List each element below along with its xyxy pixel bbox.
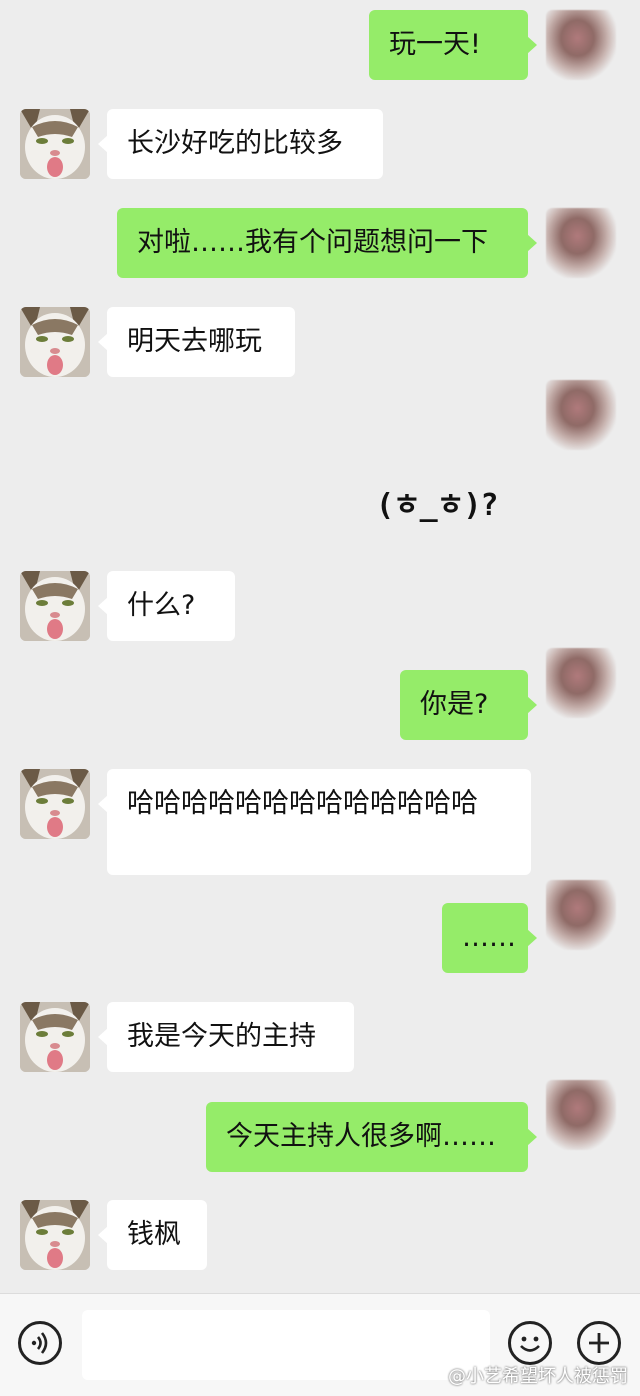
my-avatar[interactable] [546, 1080, 616, 1150]
input-bar: @小艺希望坏人被惩罚 [0, 1293, 640, 1396]
my-avatar[interactable] [546, 648, 616, 718]
voice-icon[interactable] [18, 1321, 62, 1365]
my-avatar[interactable] [546, 10, 616, 80]
sticker-emoticon[interactable]: (ㅎ_ㅎ)? [376, 480, 498, 524]
cat-avatar-image [20, 769, 90, 839]
message-bubble-incoming[interactable]: 什么? [98, 571, 235, 641]
contact-avatar[interactable] [20, 307, 90, 377]
contact-avatar[interactable] [20, 769, 90, 839]
watermark-text: @小艺希望坏人被惩罚 [448, 1366, 628, 1387]
my-avatar[interactable] [546, 208, 616, 278]
emoji-icon[interactable] [508, 1321, 552, 1365]
cat-avatar-image [20, 1200, 90, 1270]
cat-avatar-image [20, 307, 90, 377]
my-avatar[interactable] [546, 880, 616, 950]
message-bubble-incoming[interactable]: 我是今天的主持 [98, 1002, 354, 1072]
message-bubble-outgoing[interactable]: 今天主持人很多啊…… [206, 1102, 537, 1172]
message-bubble-outgoing[interactable]: 对啦……我有个问题想问一下 [117, 208, 537, 278]
contact-avatar[interactable] [20, 109, 90, 179]
plus-icon[interactable] [577, 1321, 621, 1365]
cat-avatar-image [20, 1002, 90, 1072]
contact-avatar[interactable] [20, 571, 90, 641]
cat-avatar-image [20, 571, 90, 641]
message-bubble-outgoing[interactable]: 玩一天! [369, 10, 537, 80]
message-bubble-incoming[interactable]: 明天去哪玩 [98, 307, 295, 377]
message-bubble-incoming[interactable]: 哈哈哈哈哈哈哈哈哈哈哈哈哈 [98, 769, 531, 875]
message-bubble-outgoing[interactable]: …… [442, 903, 537, 973]
message-bubble-incoming[interactable]: 长沙好吃的比较多 [98, 109, 383, 179]
contact-avatar[interactable] [20, 1200, 90, 1270]
message-bubble-outgoing[interactable]: 你是? [400, 670, 537, 740]
contact-avatar[interactable] [20, 1002, 90, 1072]
message-input[interactable] [82, 1310, 490, 1380]
cat-avatar-image [20, 109, 90, 179]
my-avatar[interactable] [546, 380, 616, 450]
message-bubble-incoming[interactable]: 钱枫 [98, 1200, 207, 1270]
chat-area: 玩一天! 长沙好吃的比较多 对啦……我有个问题想问一下 明天去哪玩 (ㅎ_ㅎ)?… [0, 0, 640, 1293]
